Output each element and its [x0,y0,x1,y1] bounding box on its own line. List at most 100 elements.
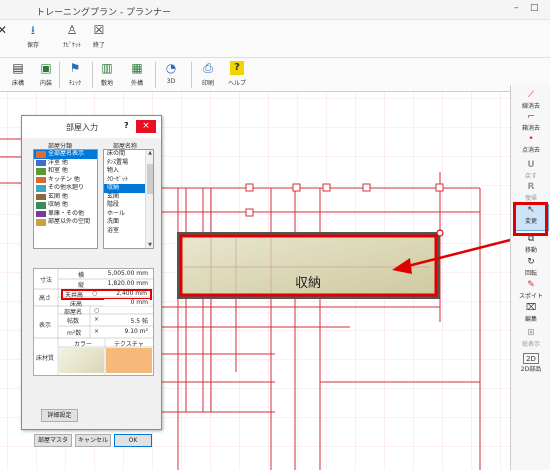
storage-icon [36,202,46,209]
move-label: 移動 [524,247,537,254]
edit-button[interactable]: ⌧ 編集 [513,303,549,323]
ceiling-height-field[interactable]: 2,400 mm [104,290,149,297]
redo-button[interactable]: R 復帰 [513,182,549,202]
category-item[interactable]: 全部屋名表示 [34,150,97,159]
rotate-label: 回転 [524,270,537,277]
line-erase-button[interactable]: ⟋ 線消去 [513,90,549,110]
category-item[interactable]: 洋室 他 [34,159,97,168]
view-all-label: 総表示 [521,341,540,348]
property-table: 寸法 横 5,005.00 mm 縦 1,820.00 mm 高さ 天井高 ○ … [33,268,154,376]
move-button[interactable]: ⧉ 移動 [513,234,549,254]
partial-icon: ✕ [0,23,8,37]
exit-label: 終了 [92,42,105,49]
rotate-icon: ↻ [527,257,535,267]
check-button[interactable]: ⚑ ﾁｪｯｸ [64,61,86,87]
box-erase-button[interactable]: ⌐ 箱消去 [513,112,549,132]
depth-field[interactable]: 1,820.00 mm [94,280,150,287]
rotate-button[interactable]: ↻ 回転 [513,257,549,277]
exterior-icon: ▦ [131,61,143,75]
2d-parts-label: 2D部品 [520,366,542,373]
toolbar-separator [191,62,192,88]
interior-button[interactable]: ▣ 内装 [36,61,56,87]
navigator-button[interactable]: ♙ ﾅﾋﾞｹｯﾄ [60,23,84,49]
floor-button[interactable]: ▤ 床構 [8,61,28,87]
3d-button[interactable]: ◔ 3D [160,61,182,85]
point-erase-button[interactable]: • 点消去 [513,134,549,154]
site-button[interactable]: ▥ 敷地 [96,61,118,87]
area-value: 9.10 m² [114,328,150,335]
print-icon: ⎙ [203,61,213,75]
scroll-down-icon[interactable]: ▼ [146,242,153,248]
cancel-button[interactable]: キャンセル [75,434,111,447]
line-erase-icon: ⟋ [527,90,535,100]
display-label: 表示 [39,322,52,329]
view-all-button[interactable]: ⊞ 総表示 [513,328,549,348]
check-icon: ⚑ [69,61,81,75]
edit-icon: ⌧ [525,303,537,313]
detail-settings-button[interactable]: 詳細設定 [41,409,78,422]
maximize-button[interactable]: □ [530,3,539,13]
floor-label: 床構 [11,80,24,87]
floor-height-field[interactable]: 0 mm [104,299,150,306]
room-name-list[interactable]: 床の間 ﾀﾝｽ置場 物入 ｸﾛｰｾﾞｯﾄ 収納 玄関 階段 ホール 洗面 浴室 … [103,149,154,249]
help-label: ヘルプ [227,80,246,87]
undo-button[interactable]: U 戻す [513,160,549,180]
tatami-check[interactable]: × [94,316,99,323]
category-item[interactable]: キッチン 他 [34,176,97,185]
save-button[interactable]: ⭳ 保存 [22,23,44,49]
category-label: 収納 他 [48,201,68,208]
texture-header: テクスチャ [114,341,144,348]
site-icon: ▥ [101,61,113,75]
category-item[interactable]: 玄関 他 [34,193,97,202]
check-label: ﾁｪｯｸ [68,80,81,87]
width-field[interactable]: 5,005.00 mm [94,270,150,277]
print-button[interactable]: ⎙ 印刷 [197,61,219,87]
interior-icon: ▣ [40,61,52,75]
eyedropper-button[interactable]: ✎ スポイト [513,280,549,300]
category-item[interactable]: 収納 他 [34,201,97,210]
dialog-close-button[interactable]: × [136,120,156,133]
floor-texture-swatch[interactable] [106,348,152,373]
redo-label: 復帰 [524,195,537,202]
ceiling-checkbox[interactable]: ○ [92,290,97,297]
floor-color-swatch[interactable] [59,348,104,373]
category-item[interactable]: 車庫・その他 [34,210,97,219]
minimize-button[interactable]: – [514,3,519,13]
room-master-button[interactable]: 部屋マスタ [34,434,72,447]
right-tool-panel: ⟋ 線消去 ⌐ 箱消去 • 点消去 U 戻す R 復帰 ↖ 変更 ⧉ 移動 ↻ 回転 ✎ スポイト… [510,85,550,470]
help-button[interactable]: ? ヘルプ [224,61,250,87]
exit-button[interactable]: ☒ 終了 [88,23,110,49]
save-label: 保存 [26,42,39,49]
scroll-up-icon[interactable]: ▲ [146,150,153,156]
ok-button[interactable]: OK [114,434,152,447]
ceiling-label: 天井高 [65,292,84,299]
room-input-dialog: 部屋入力 ? × 部屋分類 部屋名称 全部屋名表示 洋室 他 和室 他 キッチン… [21,115,162,447]
water-area-icon [36,185,46,192]
category-label: 全部屋名表示 [48,150,85,157]
exterior-label: 外構 [130,80,143,87]
dialog-title-bar: 部屋入力 ? × [22,116,161,138]
toolbar-partial-button[interactable]: ✕ [0,23,10,40]
category-item[interactable]: 和室 他 [34,167,97,176]
scroll-thumb[interactable] [147,164,153,194]
eyedropper-label: スポイト [518,293,543,300]
edit-label: 編集 [524,316,537,323]
room-name-display-check[interactable]: ○ [94,307,99,314]
navigator-label: ﾅﾋﾞｹｯﾄ [62,42,81,49]
category-item[interactable]: その他水廻り [34,184,97,193]
site-label: 敷地 [100,80,113,87]
area-label: m²数 [67,330,82,337]
name-list-scrollbar[interactable]: ▲ ▼ [145,150,153,248]
print-label: 印刷 [201,80,214,87]
area-check[interactable]: × [94,328,99,335]
dialog-help-button[interactable]: ? [124,121,129,130]
category-item[interactable]: 部屋以外の空間 [34,218,97,227]
exterior-button[interactable]: ▦ 外構 [126,61,148,87]
category-label: 洋室 他 [48,158,68,166]
category-label: 玄関 他 [48,192,68,200]
width-label: 横 [78,272,85,279]
category-list[interactable]: 全部屋名表示 洋室 他 和室 他 キッチン 他 その他水廻り 玄関 他 収納 他… [33,149,98,249]
line-erase-label: 線消去 [521,103,540,110]
2d-parts-button[interactable]: 2D 2D部品 [513,353,549,373]
room-corner-handle[interactable] [436,229,444,237]
